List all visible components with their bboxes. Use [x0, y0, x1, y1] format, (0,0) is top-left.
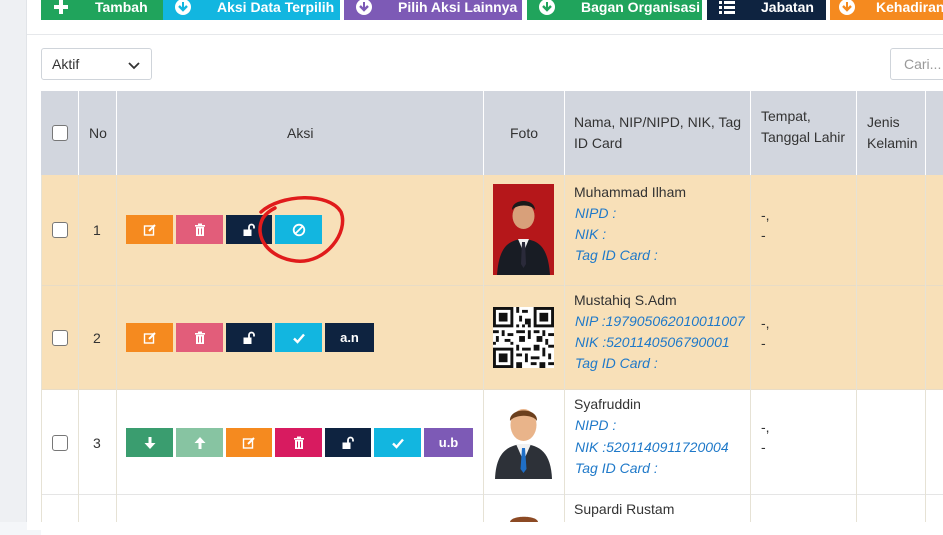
- delete-button[interactable]: [275, 428, 322, 457]
- birth-place: -,: [761, 207, 770, 223]
- edit-icon: [143, 331, 156, 344]
- birth-place: -,: [761, 315, 770, 331]
- unlock-button[interactable]: [226, 323, 272, 352]
- plus-icon: [49, 0, 73, 17]
- left-sidebar-edge: [0, 0, 27, 522]
- unlock-icon: [342, 436, 354, 449]
- annotation-red-circle: [258, 196, 345, 263]
- activate-button[interactable]: [275, 323, 322, 352]
- birth-date: -: [761, 227, 766, 243]
- edit-icon: [143, 223, 156, 236]
- pilih-aksi-lainnya-label: Pilih Aksi Lainnya: [398, 0, 518, 15]
- trash-icon: [194, 331, 205, 344]
- toolbar-divider: [27, 34, 943, 35]
- employee-name: Mustahiq S.Adm: [574, 292, 677, 308]
- qr-code-image: [493, 307, 554, 368]
- employee-nik: NIK :: [575, 226, 607, 242]
- employee-nip: NIP :197905062010011007: [575, 313, 745, 329]
- row-number: 2: [93, 330, 101, 346]
- kehadiran-button[interactable]: Kehadiran: [830, 0, 943, 20]
- header-nama-line2: ID Card: [574, 135, 623, 151]
- aksi-data-terpilih-button[interactable]: Aksi Data Terpilih: [163, 0, 340, 20]
- employee-tag-id: Tag ID Card :: [575, 460, 658, 476]
- select-all-checkbox[interactable]: [52, 125, 68, 141]
- birth-place: -,: [761, 419, 770, 435]
- header-jk-line2: Kelamin: [867, 135, 918, 151]
- birth-date: -: [761, 335, 766, 351]
- header-ttl-line1: Tempat,: [761, 108, 811, 124]
- ub-button[interactable]: u.b: [424, 428, 473, 457]
- employee-photo: [493, 184, 554, 275]
- tambah-label: Tambah: [95, 0, 148, 15]
- employee-name: Supardi Rustam: [574, 501, 675, 517]
- header-foto: Foto: [510, 125, 539, 141]
- bagan-organisasi-button[interactable]: Bagan Organisasi: [527, 0, 702, 20]
- employee-nip: NIPD :: [575, 417, 617, 433]
- move-up-button[interactable]: [176, 428, 223, 457]
- avatar: [510, 516, 538, 522]
- jabatan-button[interactable]: Jabatan: [707, 0, 826, 20]
- birth-date: -: [761, 439, 766, 455]
- header-nama-line1: Nama, NIP/NIPD, NIK, Tag: [574, 114, 742, 130]
- arrow-up-icon: [194, 436, 205, 449]
- unlock-icon: [243, 331, 255, 344]
- arrow-down-circle-icon: [171, 0, 195, 17]
- arrow-down-circle-icon: [838, 0, 856, 17]
- header-ttl-line2: Tanggal Lahir: [761, 129, 846, 145]
- header-jk-line1: Jenis: [867, 114, 900, 130]
- edit-button[interactable]: [126, 323, 173, 352]
- row-checkbox[interactable]: [52, 330, 68, 346]
- edit-button[interactable]: [126, 215, 173, 244]
- kehadiran-label: Kehadiran: [876, 0, 943, 15]
- check-icon: [292, 333, 305, 344]
- arrow-down-circle-icon: [352, 0, 376, 17]
- list-icon: [715, 0, 739, 17]
- arrow-down-icon: [144, 436, 155, 449]
- edit-icon: [242, 436, 255, 449]
- header-no: No: [89, 125, 107, 141]
- employee-nik: NIK :5201140911720004: [575, 439, 729, 455]
- trash-icon: [194, 223, 205, 236]
- jabatan-label: Jabatan: [761, 0, 814, 15]
- employee-name: Syafruddin: [574, 396, 641, 412]
- an-button[interactable]: a.n: [325, 323, 374, 352]
- employee-nik: NIK :5201140506790001: [575, 334, 730, 350]
- header-aksi: Aksi: [287, 125, 314, 141]
- tambah-button[interactable]: Tambah: [41, 0, 165, 20]
- search-placeholder: Cari...: [904, 56, 942, 72]
- unlock-button[interactable]: [325, 428, 371, 457]
- search-input[interactable]: Cari...: [890, 48, 943, 80]
- check-icon: [391, 438, 404, 449]
- employee-name: Muhammad Ilham: [574, 184, 687, 200]
- avatar: [495, 409, 552, 479]
- delete-button[interactable]: [176, 323, 223, 352]
- status-filter-value: Aktif: [52, 56, 80, 72]
- move-down-button[interactable]: [126, 428, 173, 457]
- table-header: No Aksi Foto Nama, NIP/NIPD, NIK, Tag ID…: [41, 91, 943, 175]
- employee-tag-id: Tag ID Card :: [575, 355, 658, 371]
- bagan-organisasi-label: Bagan Organisasi: [581, 0, 701, 15]
- edit-button[interactable]: [226, 428, 272, 457]
- status-filter-select[interactable]: Aktif: [41, 48, 152, 80]
- row-number: 1: [93, 222, 101, 238]
- pilih-aksi-lainnya-button[interactable]: Pilih Aksi Lainnya: [344, 0, 522, 20]
- table-row: [41, 495, 943, 535]
- chevron-down-icon: [128, 62, 140, 70]
- aksi-data-terpilih-label: Aksi Data Terpilih: [217, 0, 335, 15]
- arrow-down-circle-icon: [535, 0, 559, 17]
- activate-button[interactable]: [374, 428, 421, 457]
- trash-icon: [293, 436, 304, 449]
- row-number: 3: [93, 435, 101, 451]
- employee-tag-id: Tag ID Card :: [575, 247, 658, 263]
- employee-nip: NIPD :: [575, 205, 617, 221]
- row-checkbox[interactable]: [52, 435, 68, 451]
- row-checkbox[interactable]: [52, 222, 68, 238]
- delete-button[interactable]: [176, 215, 223, 244]
